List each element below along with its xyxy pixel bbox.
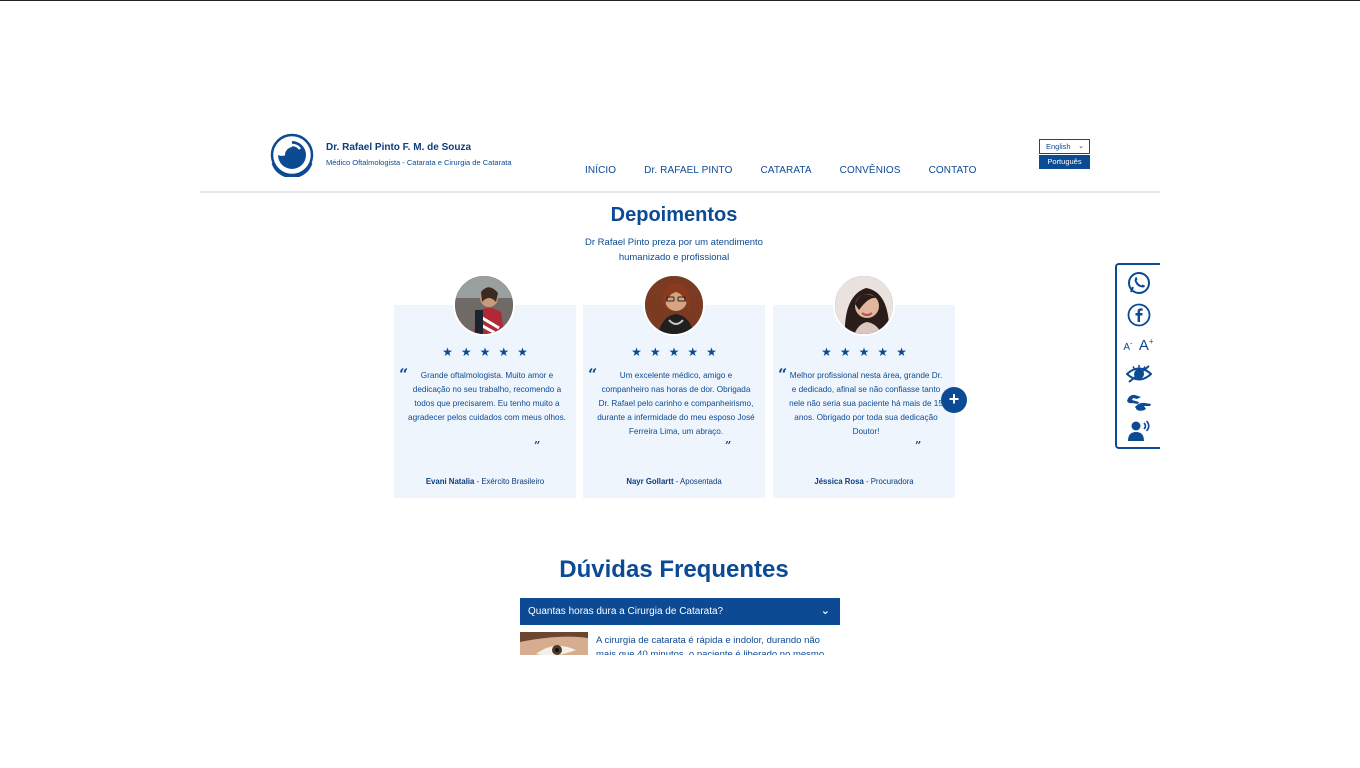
language-select[interactable]: English ⌄ [1039, 139, 1090, 154]
nav-item-contato[interactable]: CONTATO [929, 165, 977, 176]
nav-item-convenios[interactable]: CONVÊNIOS [840, 165, 901, 176]
testimonial-text: Grande oftalmologista. Muito amor e dedi… [408, 371, 566, 422]
language-option-portugues[interactable]: Português [1039, 155, 1090, 169]
author-role: Aposentada [680, 477, 722, 486]
nav-item-dr-rafael-pinto[interactable]: Dr. RAFAEL PINTO [644, 165, 732, 176]
author-role: Exército Brasileiro [481, 477, 545, 486]
main-nav: INÍCIO Dr. RAFAEL PINTO CATARATA CONVÊNI… [585, 165, 1004, 176]
testimonial-author: Nayr Gollartt - Aposentada [626, 477, 722, 486]
faq-answer: A cirurgia de catarata é rápida e indolo… [596, 635, 825, 655]
author-role: Procuradora [870, 477, 914, 486]
faq-eye-image [520, 632, 588, 655]
author-name: Jéssica Rosa [814, 477, 864, 486]
website: Dr. Rafael Pinto F. M. de Souza Médico O… [200, 125, 1160, 655]
brand-subtitle: Médico Oftalmologista - Catarata e Cirur… [326, 158, 512, 167]
nav-item-inicio[interactable]: INÍCIO [585, 165, 616, 176]
testimonial-text: Melhor profissional nesta área, grande D… [789, 371, 943, 436]
brand-name[interactable]: Dr. Rafael Pinto F. M. de Souza [326, 142, 471, 153]
font-decrease-button[interactable]: A- [1123, 341, 1132, 353]
rating-stars: ★★★★★ [442, 345, 536, 359]
quote-close-icon: ” [534, 439, 541, 452]
testimonials-subtitle: Dr Rafael Pinto preza por um atendimento… [585, 237, 763, 263]
rating-stars: ★★★★★ [631, 345, 725, 359]
font-size-icon[interactable]: A- A+ [1117, 337, 1160, 357]
chevron-down-icon: ⌄ [820, 605, 830, 617]
font-increase-button[interactable]: A+ [1139, 337, 1154, 354]
avatar [833, 274, 895, 336]
author-name: Nayr Gollartt [626, 477, 674, 486]
window-top-border [0, 0, 1360, 1]
logo-icon[interactable] [267, 133, 319, 177]
faq-question-toggle[interactable]: Quantas horas dura a Cirurgia de Catarat… [520, 598, 840, 625]
quote-open-icon: “ [399, 365, 409, 384]
sign-language-icon[interactable] [1117, 391, 1160, 418]
site-header: Dr. Rafael Pinto F. M. de Souza Médico O… [200, 125, 1160, 193]
more-testimonials-button[interactable]: + [941, 387, 967, 413]
language-selector: English ⌄ Português [1039, 139, 1090, 169]
low-vision-icon[interactable] [1117, 363, 1160, 390]
nav-item-catarata[interactable]: CATARATA [760, 165, 811, 176]
rating-stars: ★★★★★ [821, 345, 915, 359]
testimonial-author: Jéssica Rosa - Procuradora [814, 477, 914, 486]
chevron-down-icon: ⌄ [1078, 143, 1084, 150]
avatar [453, 274, 515, 336]
quote-open-icon: “ [588, 365, 598, 384]
author-name: Evani Natalia [425, 477, 475, 486]
testimonial-text: Um excelente médico, amigo e companheiro… [597, 371, 755, 436]
faq-title: Dúvidas Frequentes [559, 556, 789, 583]
quote-close-icon: ” [725, 439, 732, 452]
accessibility-toolbar: A- A+ [1115, 263, 1160, 449]
language-selected: English [1046, 142, 1071, 151]
audio-reader-icon[interactable] [1117, 420, 1160, 447]
faq-question: Quantas horas dura a Cirurgia de Catarat… [528, 606, 724, 617]
facebook-icon[interactable] [1117, 303, 1160, 332]
avatar [643, 274, 705, 336]
whatsapp-icon[interactable] [1117, 271, 1160, 300]
testimonial-author: Evani Natalia - Exército Brasileiro [425, 477, 545, 486]
testimonials-title: Depoimentos [610, 204, 738, 226]
quote-open-icon: “ [778, 365, 788, 384]
quote-close-icon: ” [915, 439, 922, 452]
